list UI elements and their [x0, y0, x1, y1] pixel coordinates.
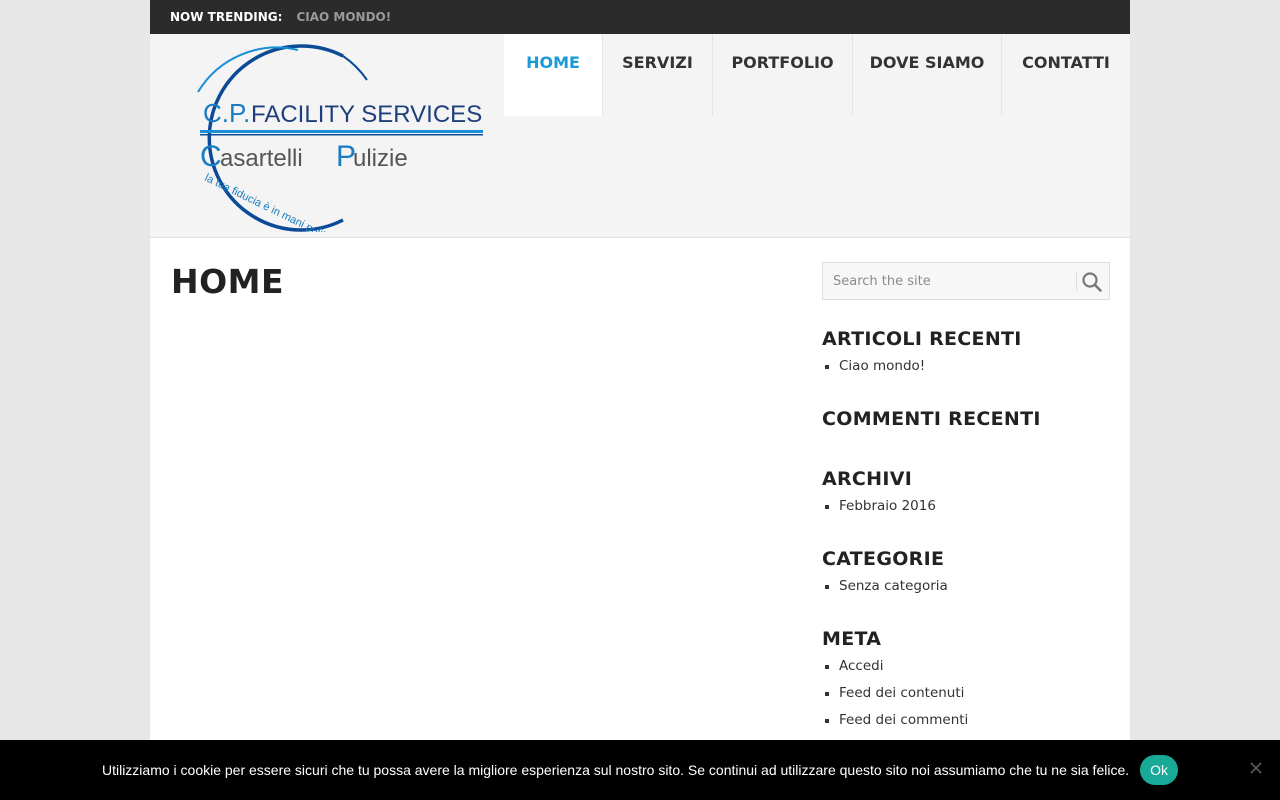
category-link[interactable]: Senza categoria	[822, 578, 948, 605]
widget-recent-comments: COMMENTI RECENTI	[822, 408, 1041, 430]
widget-title-meta: META	[822, 628, 882, 650]
widget-title-recent-comments: COMMENTI RECENTI	[822, 408, 1041, 430]
meta-link-comments-feed[interactable]: Feed dei commenti	[822, 712, 968, 739]
widget-title-recent-posts: ARTICOLI RECENTI	[822, 328, 1022, 350]
search-icon[interactable]	[1081, 271, 1103, 293]
logo-company-name: FACILITY SERVICES SA	[251, 101, 488, 128]
logo-initials: C.P.	[203, 98, 250, 128]
meta-link-login[interactable]: Accedi	[822, 658, 968, 685]
cookie-banner: Utilizziamo i cookie per essere sicuri c…	[0, 740, 1280, 800]
site-logo[interactable]: C.P. FACILITY SERVICES SA C asartelli P …	[178, 42, 488, 232]
cookie-message: Utilizziamo i cookie per essere sicuri c…	[101, 762, 1130, 778]
logo-casartelli: asartelli	[220, 145, 303, 172]
sidebar: ARTICOLI RECENTI Ciao mondo! COMMENTI RE…	[822, 262, 1110, 728]
logo-pulizie: ulizie	[353, 145, 408, 172]
trending-bar: NOW TRENDING: CIAO MONDO!	[150, 0, 1130, 34]
archive-link[interactable]: Febbraio 2016	[822, 498, 936, 525]
meta-link-content-feed[interactable]: Feed dei contenuti	[822, 685, 968, 712]
trending-link[interactable]: CIAO MONDO!	[296, 10, 391, 24]
nav-item-contatti[interactable]: CONTATTI	[1002, 34, 1130, 116]
main-navigation: HOME SERVIZI PORTFOLIO DOVE SIAMO CONTAT…	[504, 34, 1130, 116]
nav-item-home[interactable]: HOME	[504, 34, 603, 116]
close-icon[interactable]	[1249, 761, 1263, 775]
nav-item-servizi[interactable]: SERVIZI	[603, 34, 713, 116]
search-divider	[1076, 271, 1077, 291]
recent-post-link[interactable]: Ciao mondo!	[822, 358, 1022, 385]
search-form	[822, 262, 1110, 300]
widget-meta: META Accedi Feed dei contenuti Feed dei …	[822, 628, 968, 739]
widget-title-categories: CATEGORIE	[822, 548, 945, 570]
nav-item-portfolio[interactable]: PORTFOLIO	[713, 34, 853, 116]
trending-label: NOW TRENDING:	[170, 10, 283, 24]
widget-title-archives: ARCHIVI	[822, 468, 913, 490]
search-input[interactable]	[823, 263, 1073, 299]
page-title: HOME	[171, 262, 285, 301]
site-header: C.P. FACILITY SERVICES SA C asartelli P …	[150, 34, 1130, 238]
widget-categories: CATEGORIE Senza categoria	[822, 548, 948, 605]
page-wrapper: NOW TRENDING: CIAO MONDO! C.P. FACILITY …	[150, 0, 1130, 800]
cookie-accept-button[interactable]: Ok	[1140, 755, 1179, 785]
nav-item-dove-siamo[interactable]: DOVE SIAMO	[853, 34, 1002, 116]
widget-archives: ARCHIVI Febbraio 2016	[822, 468, 936, 525]
widget-recent-posts: ARTICOLI RECENTI Ciao mondo!	[822, 328, 1022, 385]
logo-c-letter: C	[200, 140, 222, 173]
